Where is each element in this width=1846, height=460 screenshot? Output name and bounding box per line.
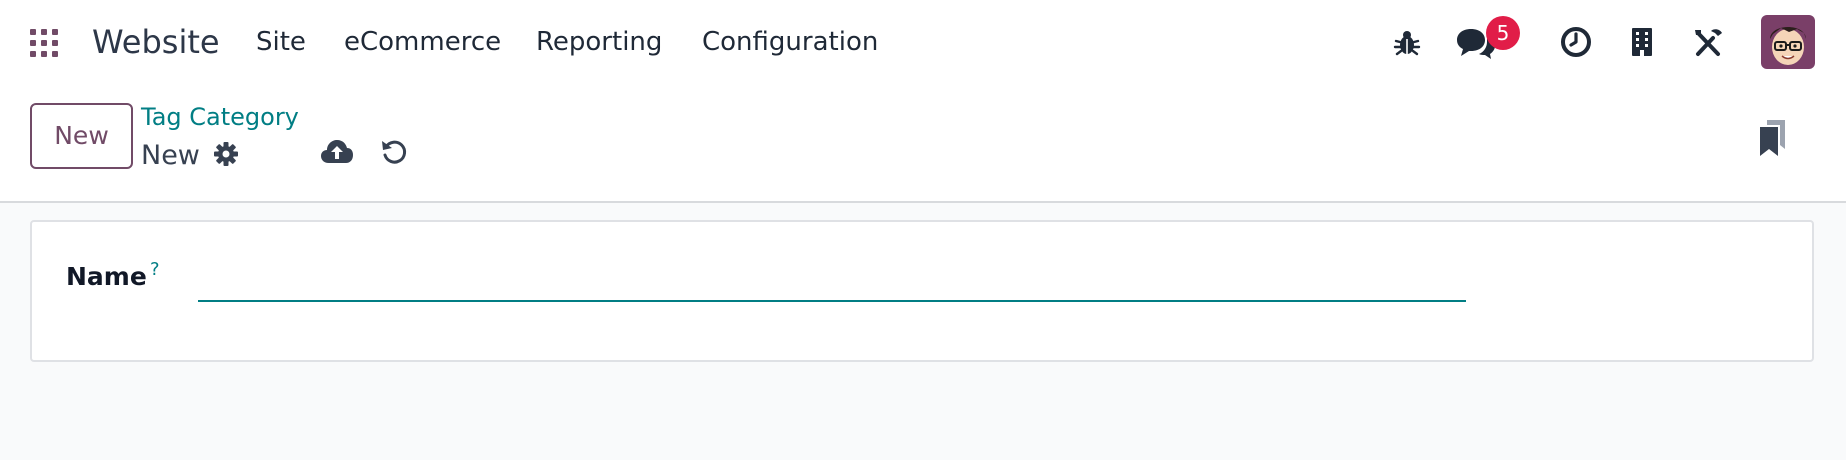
messages-badge: 5 (1486, 16, 1520, 50)
menu-item-ecommerce[interactable]: eCommerce (344, 24, 501, 60)
undo-icon[interactable] (380, 138, 408, 166)
avatar-face-icon (1761, 15, 1815, 69)
menu-item-reporting[interactable]: Reporting (536, 24, 662, 60)
gear-icon[interactable] (213, 141, 239, 167)
name-label: Name (66, 262, 147, 291)
breadcrumb-tag-category[interactable]: Tag Category (141, 101, 299, 133)
menu-item-site[interactable]: Site (256, 24, 306, 60)
building-icon[interactable] (1630, 27, 1654, 57)
app-brand[interactable]: Website (92, 20, 220, 64)
control-panel: New Tag Category New (0, 83, 1846, 203)
form-sheet: Name ? (30, 220, 1814, 362)
tools-icon[interactable] (1692, 27, 1724, 59)
user-avatar[interactable] (1761, 15, 1815, 69)
menu-item-configuration[interactable]: Configuration (702, 24, 878, 60)
clock-icon[interactable] (1560, 26, 1592, 58)
new-button[interactable]: New (30, 103, 133, 169)
apps-grid-icon[interactable] (29, 28, 59, 58)
name-input[interactable] (198, 256, 1466, 302)
cloud-upload-icon[interactable] (320, 139, 354, 165)
record-title: New (141, 140, 200, 171)
name-help-icon[interactable]: ? (150, 260, 160, 280)
bug-icon[interactable] (1393, 29, 1421, 57)
bookmark-icon[interactable] (1758, 119, 1788, 157)
top-navbar: Website Site eCommerce Reporting Configu… (0, 0, 1846, 83)
